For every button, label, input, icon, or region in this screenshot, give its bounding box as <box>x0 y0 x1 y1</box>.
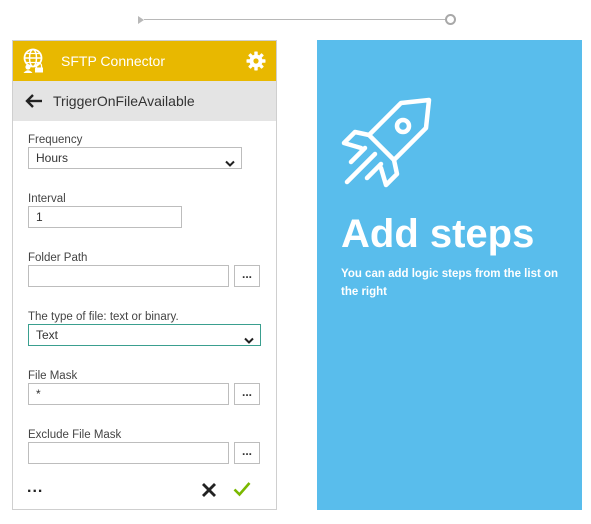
file-mask-browse-button[interactable]: ... <box>234 383 260 405</box>
card-footer: ... <box>13 473 276 509</box>
folder-path-input[interactable] <box>28 265 229 287</box>
flow-end-node-icon[interactable] <box>445 14 456 25</box>
file-type-value: Text <box>36 328 59 342</box>
checkmark-icon[interactable] <box>233 481 251 497</box>
more-options-button[interactable]: ... <box>27 479 43 497</box>
frequency-select[interactable]: Hours <box>28 147 242 169</box>
close-icon[interactable] <box>201 482 217 498</box>
rocket-icon <box>341 96 433 188</box>
flow-connector <box>138 13 456 27</box>
connector-card: SFTP Connector TriggerOnFileAvailable Fr… <box>12 40 277 510</box>
chevron-down-icon <box>225 154 235 167</box>
exclude-file-mask-browse-button[interactable]: ... <box>234 442 260 464</box>
flow-line <box>144 19 446 20</box>
arrow-left-icon[interactable] <box>25 92 43 110</box>
connector-title: SFTP Connector <box>61 53 166 69</box>
chevron-down-icon <box>244 331 254 344</box>
folder-path-label: Folder Path <box>28 252 88 264</box>
folder-path-browse-button[interactable]: ... <box>234 265 260 287</box>
file-type-select[interactable]: Text <box>28 324 261 346</box>
file-type-field: The type of file: text or binary. <box>28 310 179 324</box>
file-mask-input[interactable]: * <box>28 383 229 405</box>
gear-icon[interactable] <box>246 51 266 71</box>
interval-field: Interval <box>28 192 66 206</box>
exclude-file-mask-field: Exclude File Mask <box>28 428 121 442</box>
trigger-bar: TriggerOnFileAvailable <box>13 81 276 121</box>
exclude-file-mask-label: Exclude File Mask <box>28 429 122 441</box>
frequency-field: Frequency <box>28 133 82 147</box>
globe-user-icon <box>21 48 47 74</box>
exclude-file-mask-input[interactable] <box>28 442 229 464</box>
file-mask-field: File Mask <box>28 369 77 383</box>
add-steps-description: You can add logic steps from the list on… <box>341 268 559 298</box>
add-steps-panel[interactable]: Add steps You can add logic steps from t… <box>317 40 582 510</box>
connector-header: SFTP Connector <box>13 41 276 81</box>
file-type-label: The type of file: text or binary. <box>28 311 179 323</box>
file-mask-label: File Mask <box>28 370 78 382</box>
trigger-name: TriggerOnFileAvailable <box>53 93 195 109</box>
add-steps-heading: Add steps <box>341 212 535 256</box>
frequency-value: Hours <box>36 151 69 165</box>
interval-input[interactable]: 1 <box>28 206 182 228</box>
folder-path-field: Folder Path <box>28 251 87 265</box>
interval-label: Interval <box>28 193 66 205</box>
frequency-label: Frequency <box>28 134 83 146</box>
flow-start-arrow-icon <box>138 16 144 24</box>
